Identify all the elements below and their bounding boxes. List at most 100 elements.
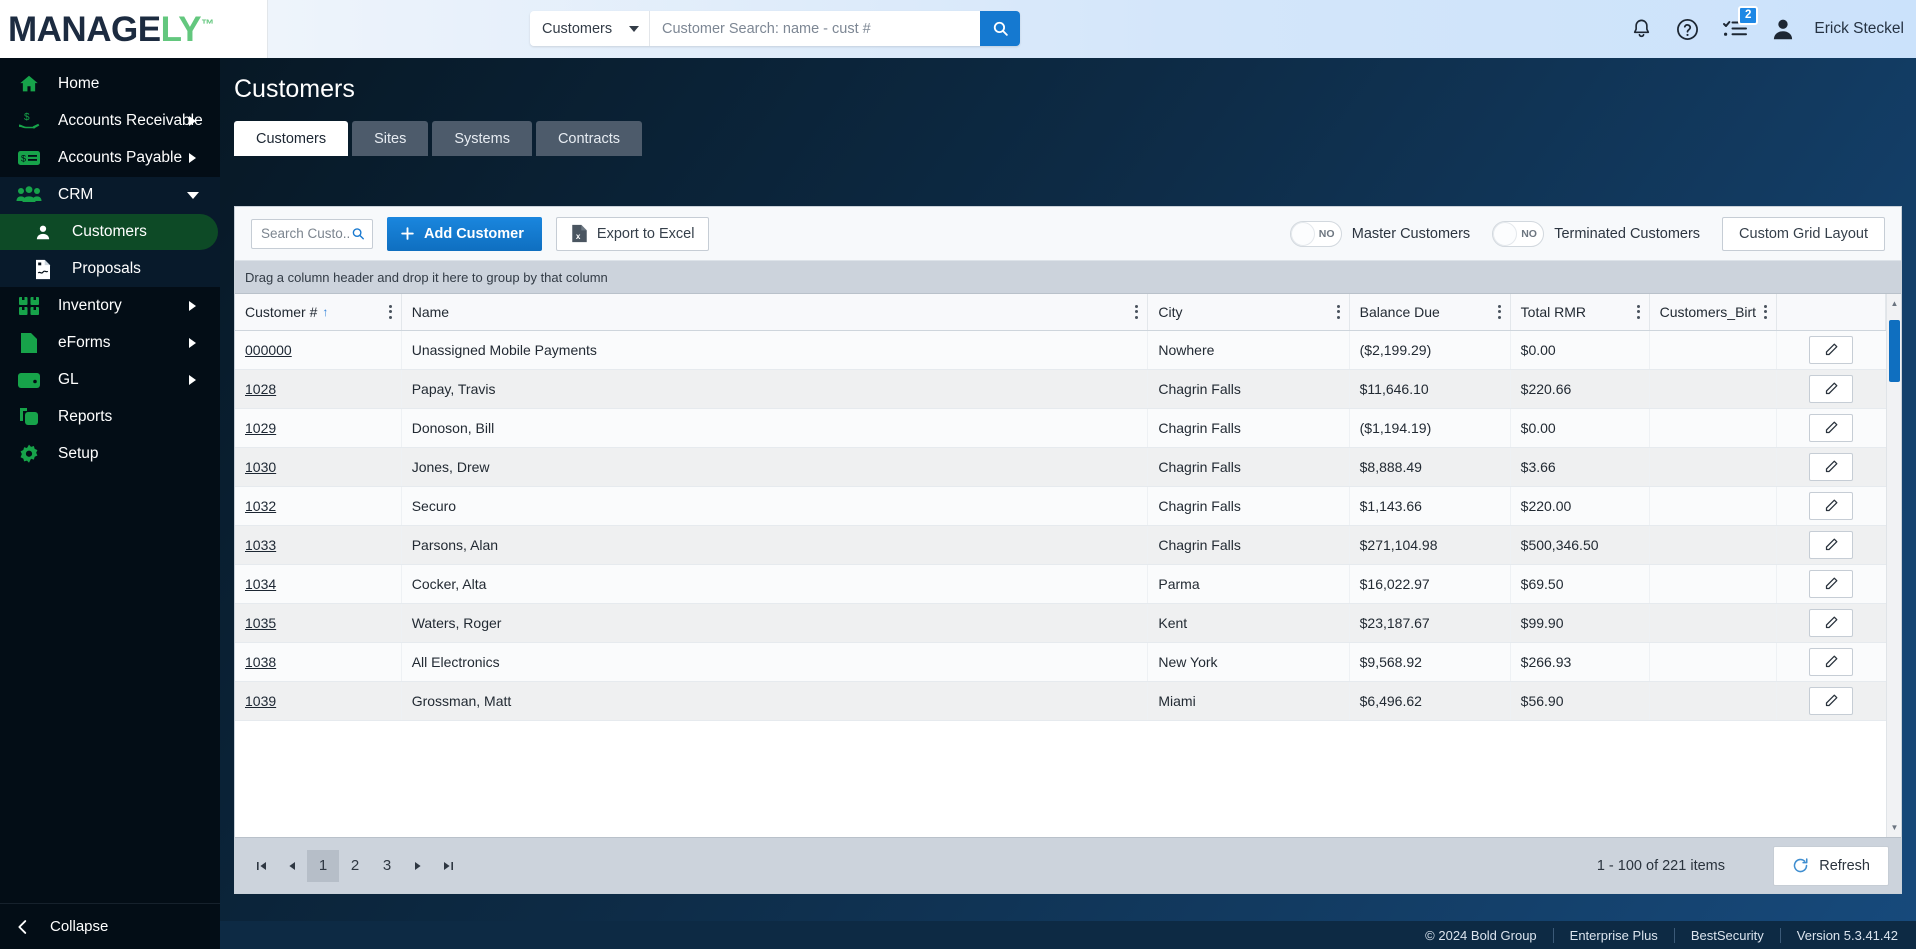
edit-row-button[interactable] xyxy=(1809,452,1854,481)
add-customer-button[interactable]: Add Customer xyxy=(387,216,542,251)
edit-row-button[interactable] xyxy=(1809,608,1854,637)
table-row[interactable]: 1038 All Electronics New York $9,568.92 $266… xyxy=(235,642,1886,682)
toggle-knob xyxy=(1493,222,1518,246)
sidebar-item-home[interactable]: Home xyxy=(0,66,220,102)
column-menu-icon[interactable] xyxy=(1497,304,1501,319)
tasks-button[interactable]: 2 xyxy=(1722,6,1759,41)
tab-systems[interactable]: Systems xyxy=(432,121,532,156)
table-row[interactable]: 1032 Securo Chagrin Falls $1,143.66 $220.00 xyxy=(235,486,1886,526)
sidebar-item-setup[interactable]: Setup xyxy=(0,436,220,472)
column-header-city[interactable]: City xyxy=(1147,294,1350,331)
sidebar-item-gl[interactable]: GL xyxy=(0,362,220,398)
custom-grid-layout-button[interactable]: Custom Grid Layout xyxy=(1722,217,1885,251)
table-row[interactable]: 1039 Grossman, Matt Miami $6,496.62 $56.90 xyxy=(235,681,1886,721)
grid-search-input[interactable] xyxy=(261,226,351,241)
customer-number-link[interactable]: 000000 xyxy=(245,342,292,358)
go-to-last-page-button[interactable] xyxy=(433,851,463,881)
help-button[interactable] xyxy=(1675,17,1700,42)
page-button-3[interactable]: 3 xyxy=(371,850,403,882)
cell-customer-number: 1039 xyxy=(235,681,402,721)
edit-row-button[interactable] xyxy=(1809,569,1854,598)
table-row[interactable]: 1029 Donoson, Bill Chagrin Falls ($1,194.19… xyxy=(235,408,1886,448)
user-name[interactable]: Erick Steckel xyxy=(1814,20,1904,38)
avatar[interactable] xyxy=(1770,16,1796,42)
sidebar-item-customers[interactable]: Customers xyxy=(0,214,218,250)
sidebar-item-crm[interactable]: CRM xyxy=(0,177,220,213)
go-to-first-page-button[interactable] xyxy=(247,851,277,881)
scrollbar-thumb[interactable] xyxy=(1889,320,1900,382)
customer-number-link[interactable]: 1032 xyxy=(245,498,276,514)
table-row[interactable]: 1035 Waters, Roger Kent $23,187.67 $99.90 xyxy=(235,603,1886,643)
scroll-up-icon[interactable]: ▲ xyxy=(1887,296,1901,311)
edit-row-button[interactable] xyxy=(1809,413,1854,442)
page-button-1[interactable]: 1 xyxy=(307,849,339,882)
cell-actions xyxy=(1776,408,1886,448)
export-to-excel-button[interactable]: x Export to Excel xyxy=(555,216,710,251)
table-row[interactable]: 000000 Unassigned Mobile Payments Nowhere(… xyxy=(235,330,1886,370)
sidebar-item-proposals[interactable]: Proposals xyxy=(0,251,220,287)
cell-city: Chagrin Falls xyxy=(1147,447,1350,487)
sidebar: Home $ Accounts Receivable $ Accounts Pa… xyxy=(0,58,220,949)
customer-number-link[interactable]: 1034 xyxy=(245,576,276,592)
column-header-customers-birth[interactable]: Customers_Birt xyxy=(1649,294,1777,331)
customers-panel: Add Customer x Export to Excel NO Master… xyxy=(234,206,1902,894)
edit-row-button[interactable] xyxy=(1809,686,1854,715)
refresh-button[interactable]: Refresh xyxy=(1773,845,1889,886)
tab-customers[interactable]: Customers xyxy=(234,121,349,156)
column-header-total-rmr[interactable]: Total RMR xyxy=(1510,294,1650,331)
notifications-button[interactable] xyxy=(1630,17,1653,41)
customer-number-link[interactable]: 1033 xyxy=(245,537,276,553)
edit-row-button[interactable] xyxy=(1809,647,1854,676)
grid-search[interactable] xyxy=(251,218,373,249)
scroll-down-icon[interactable]: ▼ xyxy=(1887,820,1901,835)
column-menu-icon[interactable] xyxy=(1135,304,1139,319)
sidebar-collapse-button[interactable]: Collapse xyxy=(0,903,220,949)
search-submit-button[interactable] xyxy=(980,11,1020,46)
table-row[interactable]: 1028 Papay, Travis Chagrin Falls $11,646.10… xyxy=(235,369,1886,409)
cell-total-rmr: $3.66 xyxy=(1510,447,1650,487)
edit-row-button[interactable] xyxy=(1809,491,1854,520)
page-button-2[interactable]: 2 xyxy=(339,850,371,882)
column-header-balance-due[interactable]: Balance Due xyxy=(1349,294,1511,331)
column-menu-icon[interactable] xyxy=(1636,304,1640,319)
grid-vertical-scrollbar[interactable]: ▲ ▼ xyxy=(1886,294,1901,837)
customer-number-link[interactable]: 1038 xyxy=(245,654,276,670)
customer-number-link[interactable]: 1029 xyxy=(245,420,276,436)
search-input[interactable] xyxy=(650,11,980,46)
go-to-prev-page-button[interactable] xyxy=(277,851,307,881)
edit-row-button[interactable] xyxy=(1809,530,1854,559)
sidebar-item-accounts-receivable[interactable]: $ Accounts Receivable xyxy=(0,103,220,139)
tab-sites[interactable]: Sites xyxy=(352,121,429,156)
customer-number-link[interactable]: 1028 xyxy=(245,381,276,397)
group-by-dropzone[interactable]: Drag a column header and drop it here to… xyxy=(235,261,1901,294)
cell-customer-number: 1035 xyxy=(235,603,402,643)
sidebar-item-inventory[interactable]: Inventory xyxy=(0,288,220,324)
customer-number-link[interactable]: 1035 xyxy=(245,615,276,631)
master-customers-toggle[interactable]: NO xyxy=(1289,221,1342,247)
sidebar-item-accounts-payable[interactable]: $ Accounts Payable xyxy=(0,140,220,176)
chevron-right-icon xyxy=(189,116,196,126)
column-menu-icon[interactable] xyxy=(388,304,392,319)
customer-number-link[interactable]: 1030 xyxy=(245,459,276,475)
go-to-next-page-button[interactable] xyxy=(403,851,433,881)
edit-row-button[interactable] xyxy=(1809,374,1854,403)
column-header-customer-number[interactable]: Customer # ↑ xyxy=(235,294,402,331)
sidebar-item-reports[interactable]: Reports xyxy=(0,399,220,435)
customer-number-link[interactable]: 1039 xyxy=(245,693,276,709)
search-scope-select[interactable]: Customers xyxy=(530,11,650,46)
edit-row-button[interactable] xyxy=(1809,335,1854,364)
column-header-name[interactable]: Name xyxy=(401,294,1149,331)
terminated-customers-toggle[interactable]: NO xyxy=(1492,221,1545,247)
table-row[interactable]: 1034 Cocker, Alta Parma $16,022.97 $69.50 xyxy=(235,564,1886,604)
sidebar-item-eforms[interactable]: eForms xyxy=(0,325,220,361)
tab-contracts[interactable]: Contracts xyxy=(535,121,643,156)
table-row[interactable]: 1033 Parsons, Alan Chagrin Falls $271,104.9… xyxy=(235,525,1886,565)
app-logo[interactable]: MANAGELY™ xyxy=(0,0,268,58)
pager-info: 1 - 100 of 221 items xyxy=(1596,857,1725,874)
column-menu-icon[interactable] xyxy=(1336,304,1340,319)
table-row[interactable]: 1030 Jones, Drew Chagrin Falls $8,888.49 $3.… xyxy=(235,447,1886,487)
cell-city: Kent xyxy=(1147,603,1350,643)
plus-icon xyxy=(401,227,414,240)
document-signature-icon xyxy=(28,259,58,280)
column-menu-icon[interactable] xyxy=(1763,304,1767,319)
